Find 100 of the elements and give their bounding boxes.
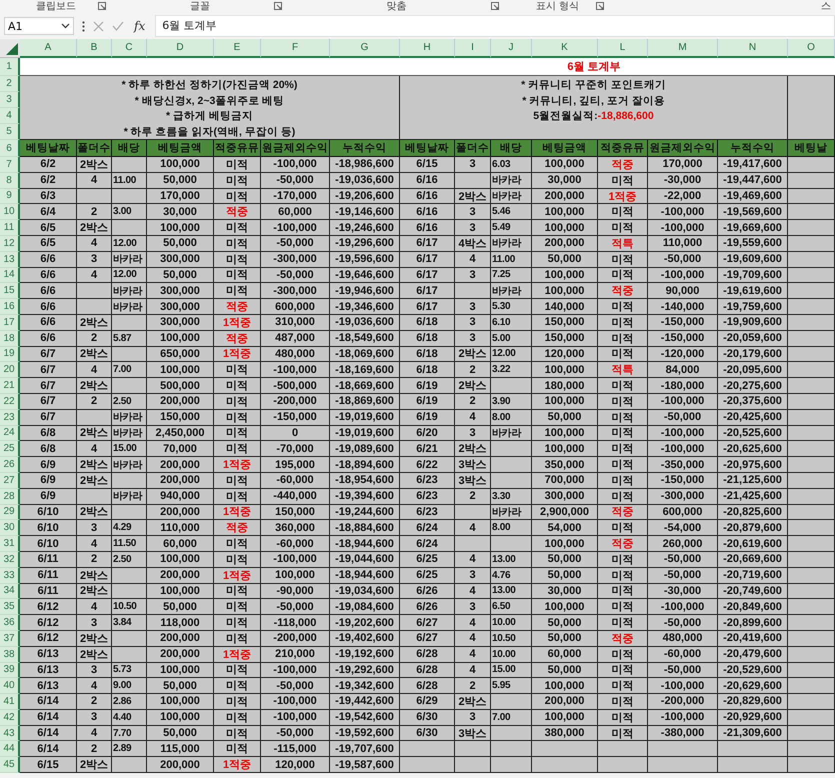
row-number[interactable]: 24 <box>0 426 20 442</box>
row-number[interactable]: 37 <box>0 630 20 647</box>
table-cell: 2박스 <box>77 426 112 442</box>
row-number[interactable]: 27 <box>0 472 20 489</box>
table-cell: 3 <box>455 599 491 616</box>
column-header[interactable]: N <box>718 39 788 58</box>
table-cell: 380,000 <box>532 726 598 742</box>
row-number[interactable]: 11 <box>0 220 20 236</box>
row-number[interactable]: 31 <box>0 536 20 552</box>
column-header[interactable]: A <box>20 39 77 58</box>
column-header[interactable]: F <box>261 39 330 58</box>
row-number[interactable]: 35 <box>0 599 20 616</box>
table-cell: 3 <box>455 568 491 584</box>
column-header[interactable]: G <box>330 39 400 58</box>
row-number[interactable]: 2 <box>0 76 20 92</box>
row-number[interactable]: 6 <box>0 140 20 157</box>
row-number[interactable]: 7 <box>0 157 20 173</box>
table-cell: 6/26 <box>400 584 455 600</box>
dialog-launcher-icon[interactable] <box>274 2 282 10</box>
row-number[interactable]: 36 <box>0 615 20 631</box>
row-number[interactable]: 20 <box>0 362 20 378</box>
row-number[interactable]: 3 <box>0 92 20 108</box>
row-number[interactable]: 18 <box>0 330 20 347</box>
row-number[interactable]: 23 <box>0 410 20 426</box>
row-number[interactable]: 10 <box>0 204 20 220</box>
row-number[interactable]: 40 <box>0 678 20 694</box>
table-cell: 650,000 <box>147 346 214 362</box>
table-cell: 2박스 <box>77 568 112 584</box>
row-number[interactable]: 45 <box>0 757 20 774</box>
dialog-launcher-icon[interactable] <box>596 2 604 10</box>
row-number[interactable]: 15 <box>0 283 20 300</box>
more-options-icon[interactable] <box>82 20 85 32</box>
row-number[interactable]: 25 <box>0 441 20 458</box>
dialog-launcher-icon[interactable] <box>491 2 499 10</box>
table-cell: 6/2 <box>20 157 77 173</box>
column-heading: 베팅금액 <box>147 140 214 157</box>
row-number[interactable]: 33 <box>0 568 20 584</box>
column-header[interactable]: H <box>400 39 455 58</box>
check-icon[interactable] <box>112 21 124 31</box>
table-cell: -300,000 <box>261 252 330 268</box>
row-number[interactable]: 21 <box>0 378 20 394</box>
row-number[interactable]: 4 <box>0 108 20 124</box>
dialog-launcher-icon[interactable] <box>98 2 106 10</box>
table-cell: 100,000 <box>147 584 214 600</box>
table-cell: -60,000 <box>648 646 718 662</box>
column-header[interactable]: C <box>112 39 147 58</box>
table-cell: 3.90 <box>491 394 532 410</box>
column-header[interactable]: D <box>147 39 214 58</box>
table-cell: -19,019,600 <box>330 426 400 442</box>
row-number[interactable]: 32 <box>0 552 20 568</box>
caret-icon[interactable] <box>61 23 70 29</box>
row-number[interactable]: 5 <box>0 124 20 140</box>
column-header[interactable]: B <box>77 39 112 58</box>
column-header[interactable]: O <box>788 39 835 58</box>
row-number[interactable]: 16 <box>0 299 20 315</box>
row-number[interactable]: 12 <box>0 236 20 252</box>
column-header[interactable]: K <box>532 39 598 58</box>
name-box[interactable]: A1 <box>4 17 74 35</box>
row-number[interactable]: 29 <box>0 504 20 520</box>
row-number[interactable]: 30 <box>0 520 20 536</box>
ribbon-group-label: 글꼴 <box>190 0 210 12</box>
table-cell: 6/17 <box>400 283 455 300</box>
select-all-icon[interactable] <box>6 43 18 55</box>
table-cell: -20,619,600 <box>718 536 788 552</box>
table-cell: -100,000 <box>648 268 718 284</box>
table-cell: 100,000 <box>147 220 214 236</box>
table-cell: -19,759,600 <box>718 299 788 315</box>
table-cell: -20,825,600 <box>718 504 788 520</box>
table-cell: 3 <box>77 662 112 678</box>
row-number[interactable]: 9 <box>0 188 20 204</box>
column-header[interactable]: I <box>455 39 491 58</box>
column-header[interactable]: E <box>214 39 261 58</box>
row-number[interactable]: 19 <box>0 346 20 362</box>
row-number[interactable]: 39 <box>0 662 20 678</box>
row-number[interactable]: 34 <box>0 584 20 600</box>
row-number[interactable]: 43 <box>0 726 20 742</box>
insert-function-button[interactable]: fx <box>132 19 148 33</box>
row-number[interactable]: 44 <box>0 741 20 758</box>
table-cell: 6/25 <box>400 552 455 568</box>
table-cell: -18,954,600 <box>330 472 400 489</box>
column-header[interactable]: L <box>598 39 648 58</box>
table-cell: 바카라 <box>491 283 532 300</box>
row-number[interactable]: 14 <box>0 268 20 284</box>
row-number[interactable]: 28 <box>0 488 20 505</box>
formula-field[interactable]: 6월 토계부 <box>155 15 835 37</box>
row-number[interactable]: 1 <box>0 58 20 76</box>
column-header[interactable]: M <box>648 39 718 58</box>
column-header[interactable]: J <box>491 39 532 58</box>
table-cell: 84,000 <box>648 362 718 378</box>
row-number[interactable]: 41 <box>0 694 20 710</box>
row-number[interactable]: 8 <box>0 172 20 189</box>
table-cell: 2.89 <box>112 741 147 758</box>
row-number[interactable]: 38 <box>0 646 20 662</box>
table-cell: 487,000 <box>261 330 330 347</box>
row-number[interactable]: 26 <box>0 457 20 473</box>
row-number[interactable]: 13 <box>0 252 20 268</box>
table-cell: -21,309,600 <box>718 726 788 742</box>
row-number[interactable]: 17 <box>0 314 20 331</box>
row-number[interactable]: 22 <box>0 394 20 410</box>
row-number[interactable]: 42 <box>0 710 20 726</box>
